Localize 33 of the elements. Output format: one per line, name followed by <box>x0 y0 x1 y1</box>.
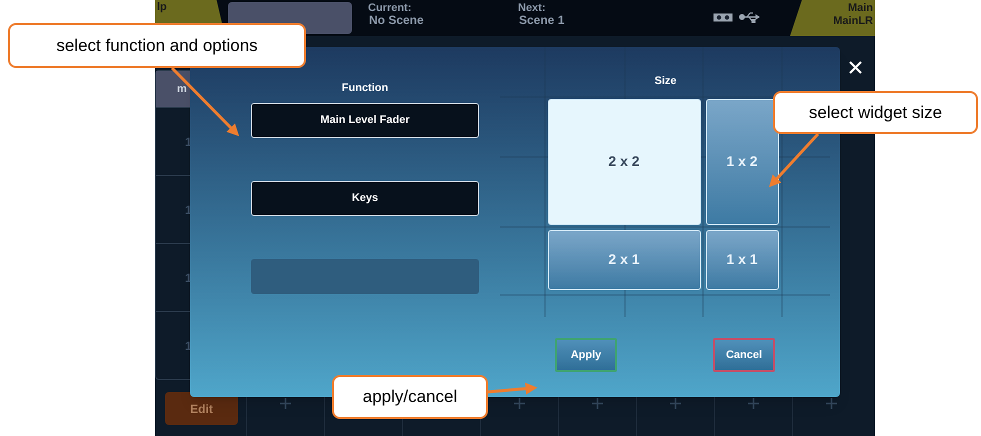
callout-arrow <box>170 66 240 136</box>
main-label: Main <box>848 2 873 15</box>
next-label: Next: <box>518 2 547 14</box>
callout-arrow <box>768 132 820 188</box>
callout-arrow <box>486 382 538 395</box>
tape-icon <box>713 13 733 22</box>
edit-button[interactable]: Edit <box>165 392 238 425</box>
plus-icon[interactable] <box>826 398 837 409</box>
function-option-button[interactable]: Keys <box>251 180 479 216</box>
plus-icon[interactable] <box>592 398 603 409</box>
size-option-button[interactable]: 2 x 1 <box>548 230 700 290</box>
function-title: Function <box>342 81 388 96</box>
plus-icon[interactable] <box>514 398 525 409</box>
plus-icon[interactable] <box>748 398 759 409</box>
current-label: Current: <box>368 2 412 14</box>
close-icon[interactable] <box>849 61 862 74</box>
callout-tooltip: select function and options <box>8 23 306 68</box>
size-option-button[interactable]: 1 x 1 <box>706 230 778 290</box>
function-option-button[interactable]: Main Level Fader <box>251 102 479 138</box>
size-option-button[interactable]: 1 x 2 <box>706 98 778 224</box>
size-title: Size <box>654 74 676 89</box>
callout-tooltip: select widget size <box>773 91 978 134</box>
apply-button[interactable]: Apply <box>555 338 617 372</box>
plus-icon[interactable] <box>670 398 681 409</box>
usb-icon <box>739 10 761 24</box>
main-bus: MainLR <box>833 15 873 28</box>
callout-tooltip: apply/cancel <box>332 375 488 419</box>
main-tab[interactable]: Main MainLR <box>790 0 875 36</box>
next-scene: Scene 1 <box>518 14 566 26</box>
size-option-button[interactable]: 2 x 2 <box>548 98 700 224</box>
current-scene: No Scene <box>368 14 425 26</box>
plus-icon[interactable] <box>280 398 291 409</box>
cancel-button[interactable]: Cancel <box>713 338 775 372</box>
